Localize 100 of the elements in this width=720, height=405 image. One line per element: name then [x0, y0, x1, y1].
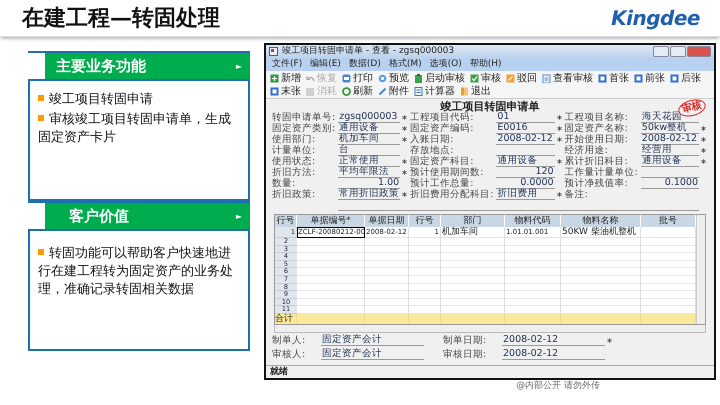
input-field[interactable]: 通用设备	[338, 123, 400, 134]
input-field[interactable]: 固定资产会计	[321, 334, 424, 346]
column-header: 行号	[409, 215, 441, 227]
window-title: 竣工项目转固申请单 - 查看 - zgsq000003	[282, 47, 456, 56]
input-field[interactable]: zgsq000003	[338, 112, 400, 123]
toolbar-button[interactable]: 查看审核	[542, 72, 593, 84]
menu-item[interactable]: 帮助(H)	[470, 60, 502, 69]
toolbar-button[interactable]: 打印	[342, 72, 373, 84]
total-cell	[505, 314, 561, 324]
field-label: 折旧政策:	[272, 189, 316, 200]
input-field[interactable]: 50kw整机	[640, 123, 699, 134]
toolbar-button[interactable]: 审核	[470, 72, 501, 84]
table-cell	[505, 276, 561, 284]
toolbar-button[interactable]: 前张	[634, 72, 665, 84]
field-label: 固定资产类别:	[272, 123, 336, 134]
field-label: 开始使用日期:	[564, 134, 629, 145]
page-icon	[598, 74, 607, 82]
input-field[interactable]: 2008-02-12	[640, 134, 699, 145]
page-icon	[270, 86, 279, 96]
total-cell	[441, 314, 505, 324]
input-field[interactable]: 01	[496, 112, 555, 123]
field-label: 固定资产编码:	[410, 123, 474, 134]
input-field[interactable]: 固定资产会计	[321, 348, 424, 360]
field-label: 预计使用期间数:	[410, 167, 484, 178]
slide-title: 在建工程—转固处理	[22, 4, 220, 33]
maximize-button[interactable]	[670, 46, 686, 57]
field-label: 转固申请单号:	[272, 112, 336, 123]
field-label: 工程项目代码:	[410, 112, 474, 123]
input-field[interactable]: 2008-02-12	[502, 334, 605, 346]
input-field[interactable]: 常用折旧政策	[338, 189, 400, 200]
column-header: 行号	[275, 215, 297, 227]
input-field[interactable]: 机加车间	[338, 134, 400, 145]
status-bar: 就绪	[266, 365, 714, 378]
total-label: 合计	[275, 314, 297, 324]
toolbar-button[interactable]: 计算器	[414, 85, 455, 97]
toolbar-button[interactable]: 新增	[270, 72, 301, 84]
menu-item[interactable]: 选项(O)	[430, 60, 462, 69]
toolbar-button[interactable]: 预览	[378, 72, 409, 84]
field-label: 数量:	[272, 178, 296, 189]
field-label: 工作量计量单位:	[564, 167, 638, 178]
tab-marker	[28, 203, 45, 229]
input-field[interactable]: 平均年限法	[338, 167, 400, 178]
bullet-icon	[38, 115, 44, 122]
page-icon	[670, 74, 679, 82]
input-field[interactable]: 0.1000	[640, 178, 699, 189]
field-label: 制单日期:	[443, 334, 488, 346]
toolbar-button[interactable]: 附件	[378, 85, 409, 97]
input-field[interactable]: 2008-02-12	[496, 134, 555, 145]
toolbar-button[interactable]: 启动审核	[414, 72, 465, 84]
column-header: 单据编号*	[297, 215, 365, 227]
total-cell	[297, 314, 365, 324]
menu-item[interactable]: 数据(D)	[348, 60, 381, 69]
toolbar-button[interactable]: 首张	[598, 72, 629, 84]
input-field[interactable]: 台	[338, 145, 400, 156]
field-label: 工程项目名称:	[564, 112, 629, 123]
input-field[interactable]: 折旧费用	[496, 189, 555, 200]
input-field[interactable]: E0016	[496, 123, 555, 134]
minimize-button[interactable]	[653, 46, 669, 57]
bullet-text: 转固功能可以帮助客户快速地进行在建工程转为固定资产的业务处理，准确记录转固相关数据	[38, 245, 234, 299]
total-cell	[409, 314, 441, 324]
input-field[interactable]: 1.00	[338, 178, 400, 189]
toolbar-button[interactable]: 刷新	[342, 85, 373, 97]
close-button[interactable]	[687, 46, 711, 57]
table-cell	[409, 276, 441, 284]
door-icon	[460, 86, 469, 96]
input-field[interactable]: 120	[496, 167, 555, 178]
toolbar-button[interactable]: 后张	[670, 72, 701, 84]
column-header: 单据日期	[365, 215, 409, 227]
bullet-text: 竣工项目转固申请	[38, 91, 242, 109]
undo-arrow-icon	[306, 74, 315, 82]
field-label: 折旧方法:	[272, 167, 316, 178]
pen-icon	[378, 86, 387, 96]
checkbox-icon	[470, 74, 479, 82]
field-label: 计量单位:	[272, 145, 316, 156]
table-cell: 50KW 柴油机整机	[561, 227, 641, 238]
input-field[interactable]: 0.0000	[496, 178, 555, 189]
field-label: 存放地点:	[410, 145, 454, 156]
input-field[interactable]: 通用设备	[496, 156, 555, 167]
vertical-scrollbar[interactable]	[696, 215, 705, 324]
menu-item[interactable]: 编辑(E)	[310, 60, 341, 69]
field-label: 备注:	[564, 189, 589, 200]
calculator-icon	[414, 86, 423, 96]
table-cell	[297, 276, 365, 284]
input-field[interactable]: 2008-02-12	[502, 348, 605, 360]
grid-icon	[306, 86, 315, 96]
input-field[interactable]: 经营用	[640, 145, 699, 156]
field-label: 使用状态:	[272, 156, 316, 167]
toolbar-button[interactable]: 退出	[460, 85, 491, 97]
field-label: 使用部门:	[272, 134, 316, 145]
toolbar-button[interactable]: 末张	[270, 85, 301, 97]
toolbar-button[interactable]: 驳回	[506, 72, 537, 84]
column-header: 物料名称	[561, 215, 641, 227]
tab-marker	[28, 53, 45, 79]
menu-item[interactable]: 格式(M)	[388, 60, 422, 69]
field-label: 固定资产科目:	[410, 156, 474, 167]
menu-item[interactable]: 文件(F)	[272, 60, 302, 69]
input-field[interactable]: 通用设备	[640, 156, 699, 167]
input-field[interactable]: 正常使用	[338, 156, 400, 167]
arrow-icon: ►	[236, 212, 250, 220]
field-label: 审核人:	[272, 348, 306, 360]
